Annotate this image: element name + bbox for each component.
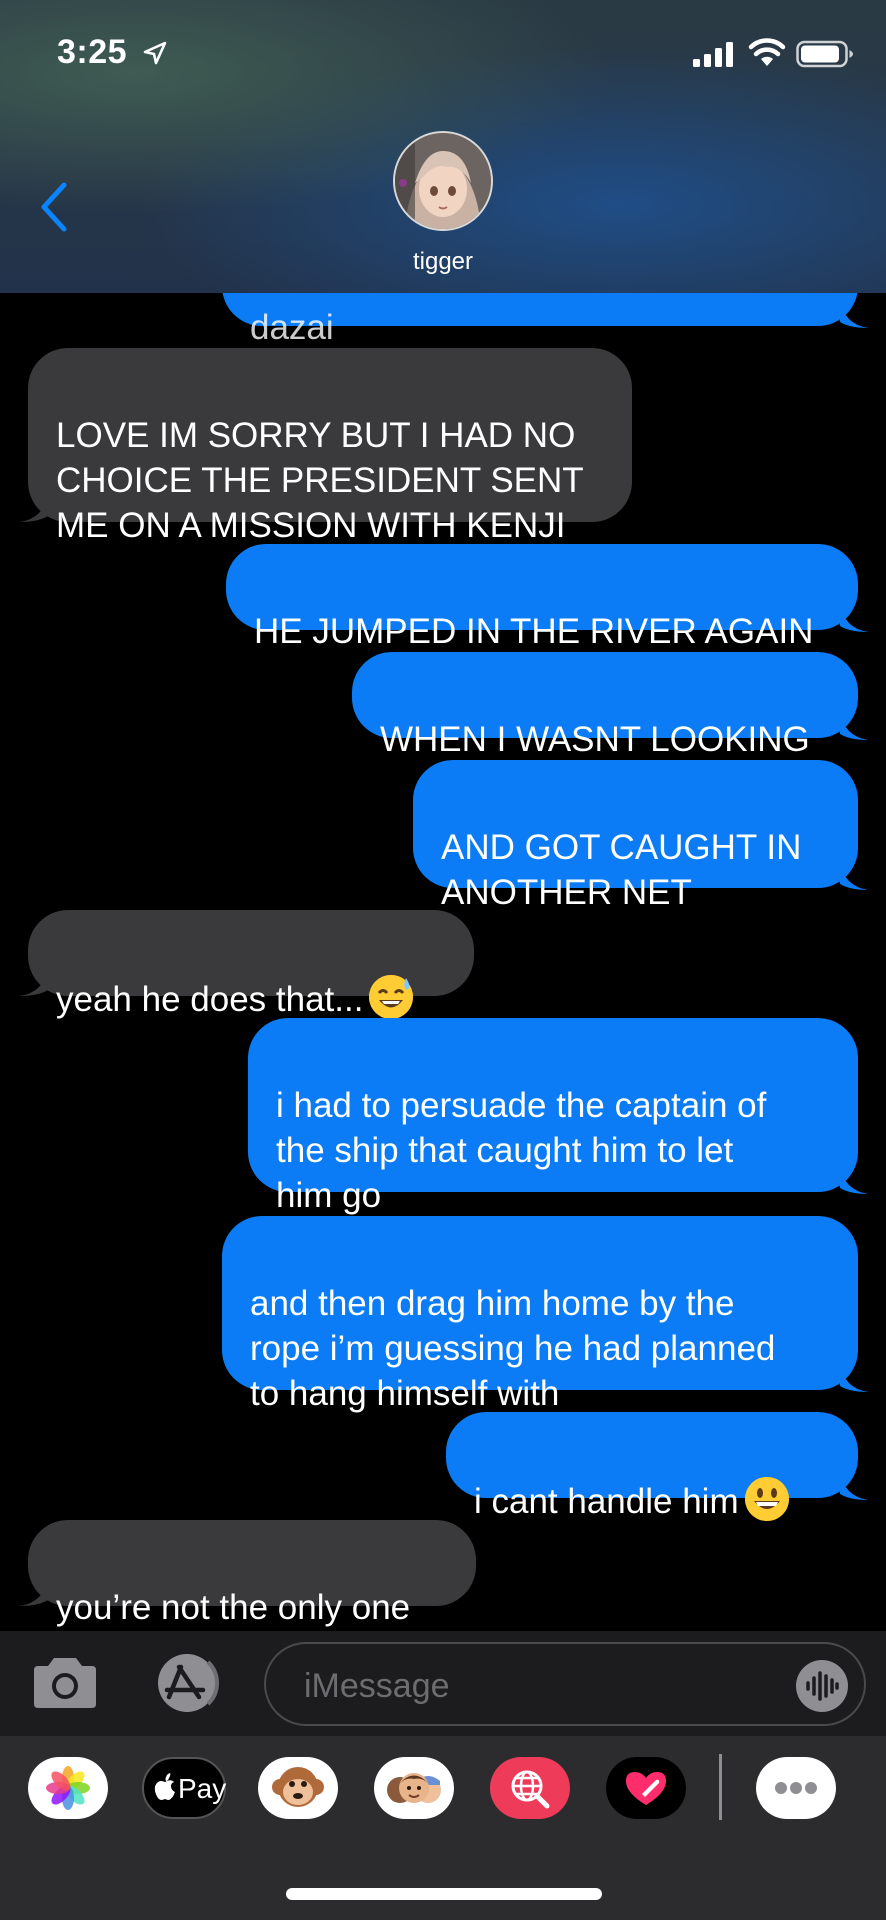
- message-text: and then drag him home by the rope i’m g…: [250, 1284, 776, 1413]
- heart-touch-icon: [626, 1772, 666, 1805]
- message-text: i had to persuade the captain of the shi…: [276, 1086, 767, 1215]
- message-bubble-outgoing[interactable]: i cant handle him: [446, 1412, 858, 1521]
- bubble-tail: [840, 1166, 868, 1194]
- animoji-app-button[interactable]: [258, 1757, 338, 1819]
- message-text: WHEN I WASNT LOOKING: [380, 720, 810, 759]
- app-store-icon[interactable]: [148, 1652, 226, 1714]
- message-bubble-outgoing[interactable]: HE JUMPED IN THE RIVER AGAIN: [226, 544, 858, 651]
- message-bubble-incoming[interactable]: LOVE IM SORRY BUT I HAD NO CHOICE THE PR…: [28, 348, 632, 545]
- bubble-tail: [20, 494, 48, 522]
- message-text: LOVE IM SORRY BUT I HAD NO CHOICE THE PR…: [56, 416, 584, 545]
- apple-logo-icon: [154, 1773, 175, 1800]
- location-arrow-icon: [143, 41, 167, 65]
- message-bubble-outgoing[interactable]: and then drag him home by the rope i’m g…: [222, 1216, 858, 1413]
- cellular-signal-icon: [693, 42, 733, 67]
- message-bubble-outgoing[interactable]: i had to persuade the captain of the shi…: [248, 1018, 858, 1215]
- web-search-app-button[interactable]: [490, 1757, 570, 1819]
- grinning-emoji: [744, 1477, 789, 1521]
- contact-avatar[interactable]: [393, 131, 493, 231]
- globe-search-icon: [511, 1770, 550, 1809]
- contact-name[interactable]: tigger: [0, 248, 886, 276]
- bubble-tail: [840, 1364, 868, 1392]
- status-time: 3:25: [57, 33, 128, 71]
- monkey-icon: [272, 1767, 324, 1807]
- conversation-header: 3:25 tigger: [0, 0, 886, 293]
- apple-pay-app-button[interactable]: Pay: [142, 1757, 226, 1819]
- ellipsis-icon: [775, 1782, 817, 1794]
- back-chevron-icon[interactable]: [36, 181, 72, 233]
- bubble-tail: [840, 712, 868, 740]
- message-text: HE JUMPED IN THE RIVER AGAIN: [254, 612, 814, 651]
- app-drawer-divider: [719, 1754, 722, 1820]
- digital-touch-app-button[interactable]: [606, 1757, 686, 1819]
- message-input-text[interactable]: [302, 1662, 766, 1710]
- message-text: you’re not the only one: [56, 1588, 411, 1627]
- message-text: dazai: [250, 308, 334, 347]
- message-text: AND GOT CAUGHT IN ANOTHER NET: [441, 828, 802, 912]
- message-bubble-outgoing[interactable]: AND GOT CAUGHT IN ANOTHER NET: [413, 760, 858, 912]
- wifi-icon: [748, 38, 786, 66]
- message-bubble-outgoing[interactable]: WHEN I WASNT LOOKING: [352, 652, 858, 759]
- bubble-tail: [20, 968, 48, 996]
- bubble-tail: [840, 300, 868, 328]
- bubble-tail: [840, 1472, 868, 1500]
- message-bubble-incoming[interactable]: you’re not the only one: [28, 1520, 476, 1627]
- photos-icon: [46, 1766, 90, 1810]
- photos-app-button[interactable]: [28, 1757, 108, 1819]
- message-input[interactable]: [264, 1642, 866, 1726]
- home-indicator[interactable]: [286, 1888, 602, 1900]
- bubble-tail: [840, 862, 868, 890]
- apple-pay-label: Pay: [178, 1773, 227, 1804]
- memoji-stickers-icon: [387, 1773, 441, 1803]
- message-text: yeah he does that...: [56, 980, 364, 1019]
- bubble-tail: [840, 604, 868, 632]
- more-apps-button[interactable]: [756, 1757, 836, 1819]
- message-text: i cant handle him: [474, 1482, 739, 1521]
- sweat-smile-emoji: [369, 975, 414, 1019]
- camera-icon[interactable]: [30, 1652, 100, 1712]
- avatar-portrait-image: [395, 133, 491, 229]
- audio-message-icon[interactable]: [796, 1660, 848, 1712]
- bubble-tail: [20, 1578, 48, 1606]
- battery-icon: [796, 40, 853, 68]
- memoji-app-button[interactable]: [374, 1757, 454, 1819]
- message-bubble-incoming[interactable]: yeah he does that...: [28, 910, 474, 1019]
